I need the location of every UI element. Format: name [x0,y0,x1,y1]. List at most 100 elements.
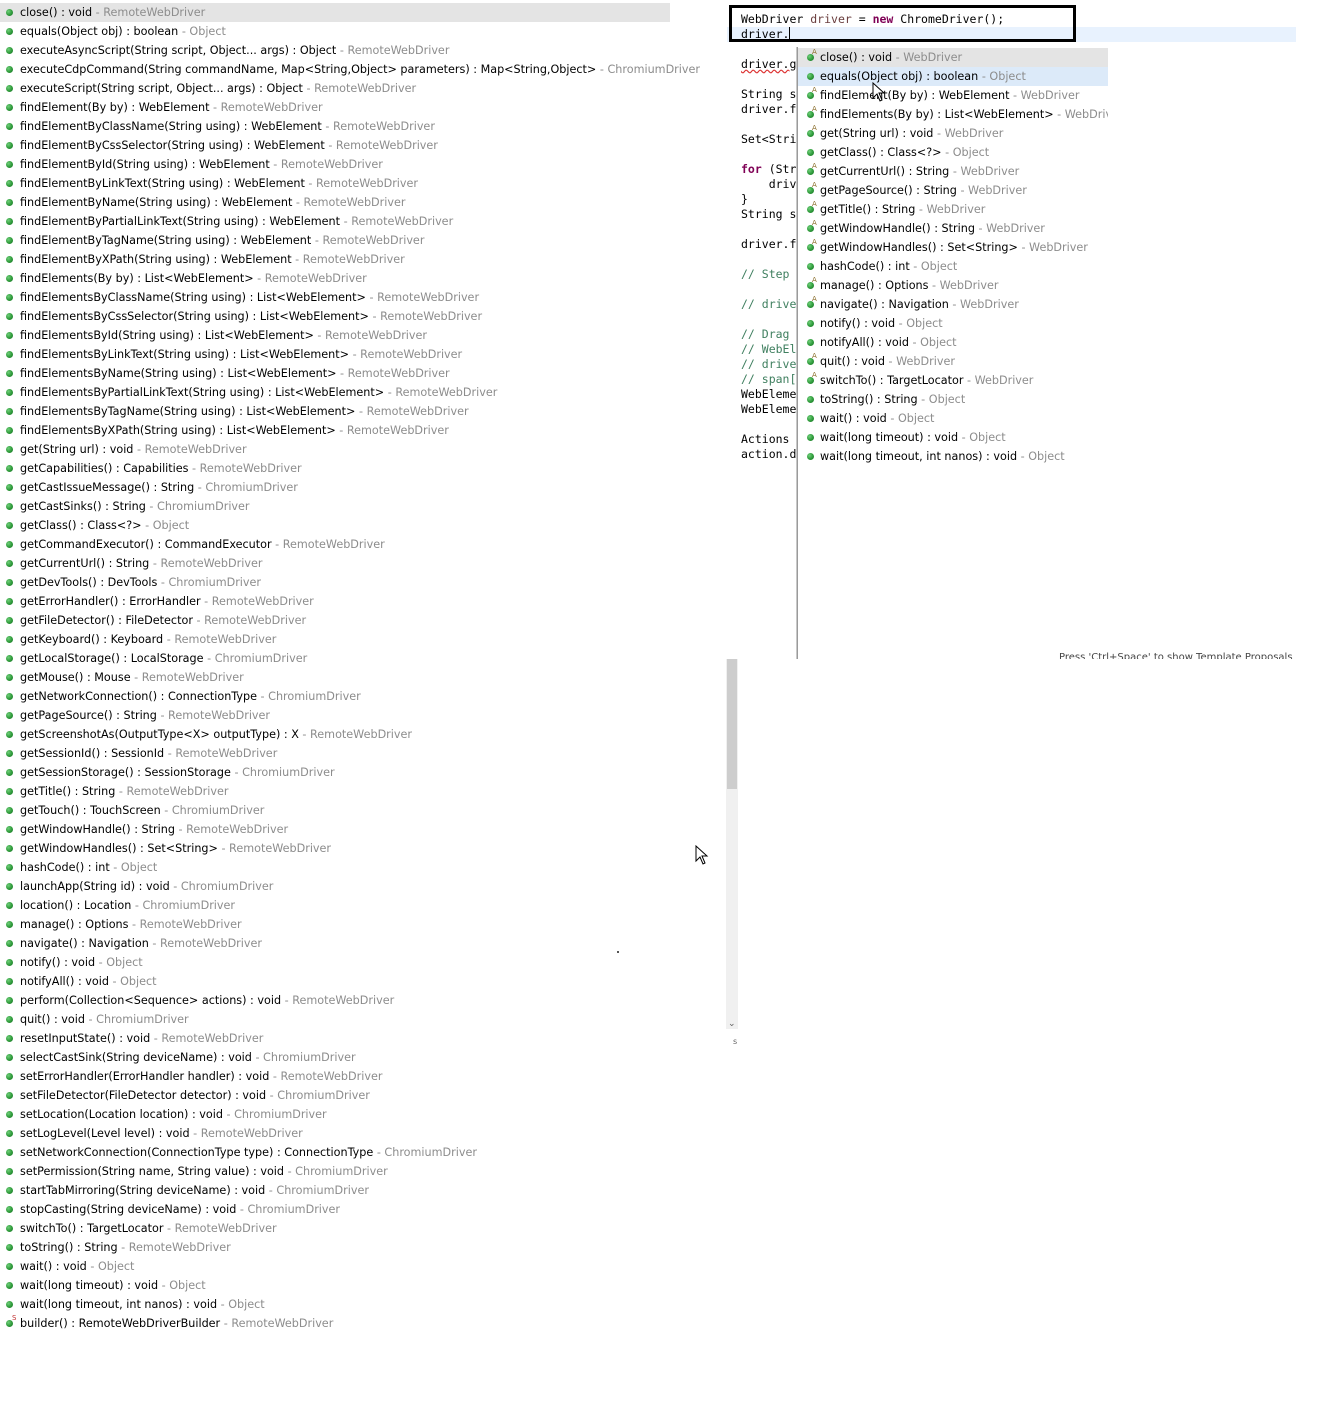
proposal-item[interactable]: stopCasting(String deviceName) : void - … [0,1200,670,1219]
code-line[interactable]: action.d [741,447,796,462]
proposal-item[interactable]: getSessionStorage() : SessionStorage - C… [0,763,670,782]
popup-proposal-item[interactable]: AgetCurrentUrl() : String - WebDriver [798,162,1108,181]
proposal-item[interactable]: close() : void - RemoteWebDriver [0,3,670,22]
chevron-down-icon[interactable]: ⌄ [728,1019,736,1029]
code-line[interactable]: for (Str [741,162,796,177]
code-line[interactable]: Set<Stri [741,132,796,147]
proposal-item[interactable]: setFileDetector(FileDetector detector) :… [0,1086,670,1105]
proposal-item[interactable]: manage() : Options - RemoteWebDriver [0,915,670,934]
proposal-item[interactable]: toString() : String - RemoteWebDriver [0,1238,670,1257]
popup-proposal-item[interactable]: equals(Object obj) : boolean - Object [798,67,1108,86]
proposal-item[interactable]: getTitle() : String - RemoteWebDriver [0,782,670,801]
proposal-item[interactable]: switchTo() : TargetLocator - RemoteWebDr… [0,1219,670,1238]
code-line[interactable]: // Drag [741,327,796,342]
proposal-item[interactable]: setPermission(String name, String value)… [0,1162,670,1181]
proposal-item[interactable]: findElementByXPath(String using) : WebEl… [0,250,670,269]
proposal-item[interactable]: getNetworkConnection() : ConnectionType … [0,687,670,706]
code-line[interactable]: driver.f [741,237,796,252]
proposal-item[interactable]: findElementByCssSelector(String using) :… [0,136,670,155]
proposal-item[interactable]: executeScript(String script, Object... a… [0,79,670,98]
proposal-item[interactable]: findElementsByXPath(String using) : List… [0,421,670,440]
proposal-item[interactable]: setErrorHandler(ErrorHandler handler) : … [0,1067,670,1086]
proposal-item[interactable]: perform(Collection<Sequence> actions) : … [0,991,670,1010]
proposal-item[interactable]: getCastIssueMessage() : String - Chromiu… [0,478,670,497]
vertical-scrollbar[interactable]: ⌄ [726,659,738,1029]
proposal-item[interactable]: setLocation(Location location) : void - … [0,1105,670,1124]
content-assist-popup[interactable]: Aclose() : void - WebDriver equals(Object… [797,47,1298,659]
proposal-item[interactable]: findElementsByClassName(String using) : … [0,288,670,307]
proposal-item[interactable]: findElementsByTagName(String using) : Li… [0,402,670,421]
code-line[interactable]: driver.g [741,57,796,72]
proposal-item[interactable]: findElementByName(String using) : WebEle… [0,193,670,212]
proposal-item[interactable]: getWindowHandles() : Set<String> - Remot… [0,839,670,858]
proposal-item[interactable]: findElementsByCssSelector(String using) … [0,307,670,326]
proposal-item[interactable]: findElementByClassName(String using) : W… [0,117,670,136]
scrollbar-thumb[interactable] [727,659,737,789]
proposal-item[interactable]: equals(Object obj) : boolean - Object [0,22,670,41]
popup-proposal-item[interactable]: toString() : String - Object [798,390,1108,409]
proposal-item[interactable]: findElementsById(String using) : List<We… [0,326,670,345]
proposal-item[interactable]: getCurrentUrl() : String - RemoteWebDriv… [0,554,670,573]
code-line[interactable]: // drive [741,297,796,312]
proposal-item[interactable]: getKeyboard() : Keyboard - RemoteWebDriv… [0,630,670,649]
code-line[interactable]: String s [741,87,796,102]
proposal-item[interactable]: getMouse() : Mouse - RemoteWebDriver [0,668,670,687]
popup-proposal-item[interactable]: notify() : void - Object [798,314,1108,333]
code-line[interactable]: String s [741,207,796,222]
popup-proposal-item[interactable]: AgetTitle() : String - WebDriver [798,200,1108,219]
proposal-item[interactable]: resetInputState() : void - RemoteWebDriv… [0,1029,670,1048]
proposal-item[interactable]: Sbuilder() : RemoteWebDriverBuilder - Re… [0,1314,670,1333]
proposal-item[interactable]: getPageSource() : String - RemoteWebDriv… [0,706,670,725]
proposal-item[interactable]: getErrorHandler() : ErrorHandler - Remot… [0,592,670,611]
proposal-item[interactable]: notifyAll() : void - Object [0,972,670,991]
proposal-item[interactable]: wait(long timeout) : void - Object [0,1276,670,1295]
code-line[interactable]: // Step [741,267,796,282]
proposal-item[interactable]: getCommandExecutor() : CommandExecutor -… [0,535,670,554]
proposal-item[interactable]: getLocalStorage() : LocalStorage - Chrom… [0,649,670,668]
proposal-item[interactable]: wait(long timeout, int nanos) : void - O… [0,1295,670,1314]
proposal-item[interactable]: getDevTools() : DevTools - ChromiumDrive… [0,573,670,592]
proposal-item[interactable]: getClass() : Class<?> - Object [0,516,670,535]
proposal-item[interactable]: findElement(By by) : WebElement - Remote… [0,98,670,117]
popup-proposal-item[interactable]: Anavigate() : Navigation - WebDriver [798,295,1108,314]
proposal-item[interactable]: findElementByTagName(String using) : Web… [0,231,670,250]
proposal-item[interactable]: wait() : void - Object [0,1257,670,1276]
popup-proposal-item[interactable]: AswitchTo() : TargetLocator - WebDriver [798,371,1108,390]
proposal-item[interactable]: getCapabilities() : Capabilities - Remot… [0,459,670,478]
proposal-item[interactable]: setNetworkConnection(ConnectionType type… [0,1143,670,1162]
proposal-item[interactable]: findElements(By by) : List<WebElement> -… [0,269,670,288]
popup-proposal-item[interactable]: notifyAll() : void - Object [798,333,1108,352]
code-line[interactable]: } [741,192,748,207]
popup-proposal-item[interactable]: Aquit() : void - WebDriver [798,352,1108,371]
proposal-item[interactable]: getFileDetector() : FileDetector - Remot… [0,611,670,630]
code-line[interactable]: // WebEl [741,342,796,357]
popup-proposal-item[interactable]: wait(long timeout) : void - Object [798,428,1108,447]
popup-proposal-item[interactable]: AfindElement(By by) : WebElement - WebDr… [798,86,1108,105]
popup-proposal-item[interactable]: AgetPageSource() : String - WebDriver [798,181,1108,200]
code-line[interactable]: Actions [741,432,796,447]
proposal-item[interactable]: notify() : void - Object [0,953,670,972]
proposal-item[interactable]: executeCdpCommand(String commandName, Ma… [0,60,700,79]
popup-proposal-item[interactable]: AgetWindowHandles() : Set<String> - WebD… [798,238,1108,257]
code-line[interactable]: // drive [741,357,796,372]
popup-proposal-item[interactable]: wait() : void - Object [798,409,1108,428]
proposal-item[interactable]: location() : Location - ChromiumDriver [0,896,670,915]
proposal-item[interactable]: hashCode() : int - Object [0,858,670,877]
popup-proposal-item[interactable]: AfindElements(By by) : List<WebElement> … [798,105,1124,124]
proposal-item[interactable]: navigate() : Navigation - RemoteWebDrive… [0,934,670,953]
popup-proposal-item[interactable]: Aclose() : void - WebDriver [798,48,1108,67]
proposal-item[interactable]: getSessionId() : SessionId - RemoteWebDr… [0,744,670,763]
code-line[interactable]: // span[ [741,372,796,387]
code-line[interactable]: WebEleme [741,387,796,402]
proposal-item[interactable]: findElementByLinkText(String using) : We… [0,174,670,193]
popup-proposal-item[interactable]: Amanage() : Options - WebDriver [798,276,1108,295]
proposal-item[interactable]: getTouch() : TouchScreen - ChromiumDrive… [0,801,670,820]
proposal-item[interactable]: getWindowHandle() : String - RemoteWebDr… [0,820,670,839]
proposal-item[interactable]: quit() : void - ChromiumDriver [0,1010,670,1029]
code-line[interactable]: driver.f [741,102,796,117]
proposal-item[interactable]: launchApp(String id) : void - ChromiumDr… [0,877,670,896]
proposal-item[interactable]: setLogLevel(Level level) : void - Remote… [0,1124,670,1143]
proposal-item[interactable]: findElementById(String using) : WebEleme… [0,155,670,174]
proposal-item[interactable]: findElementByPartialLinkText(String usin… [0,212,670,231]
content-assist-list[interactable]: Aclose() : void - WebDriver equals(Object… [798,47,1124,466]
